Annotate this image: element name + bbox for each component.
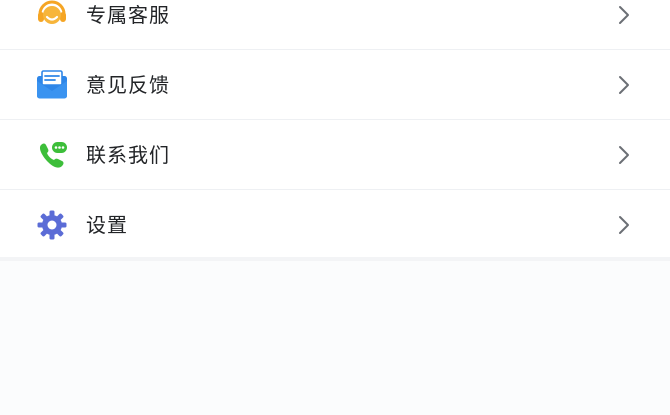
menu-item-label: 专属客服 xyxy=(86,3,170,27)
chevron-right-icon xyxy=(614,143,634,167)
chevron-right-icon xyxy=(614,73,634,97)
phone-chat-icon xyxy=(34,137,70,173)
menu-item-feedback[interactable]: 意见反馈 xyxy=(0,50,670,120)
gear-icon xyxy=(34,207,70,243)
menu-item-label: 联系我们 xyxy=(86,143,170,167)
chevron-right-icon xyxy=(614,3,634,27)
menu-item-settings[interactable]: 设置 xyxy=(0,190,670,261)
settings-menu-list: 专属客服 意见反馈 联系我们 设置 xyxy=(0,0,670,261)
menu-item-label: 意见反馈 xyxy=(86,73,170,97)
envelope-feedback-icon xyxy=(34,67,70,103)
menu-item-customer-service[interactable]: 专属客服 xyxy=(0,0,670,50)
chevron-right-icon xyxy=(614,213,634,237)
menu-item-contact-us[interactable]: 联系我们 xyxy=(0,120,670,190)
empty-background-area xyxy=(0,261,670,415)
headset-icon xyxy=(34,0,70,32)
menu-item-label: 设置 xyxy=(86,213,128,237)
